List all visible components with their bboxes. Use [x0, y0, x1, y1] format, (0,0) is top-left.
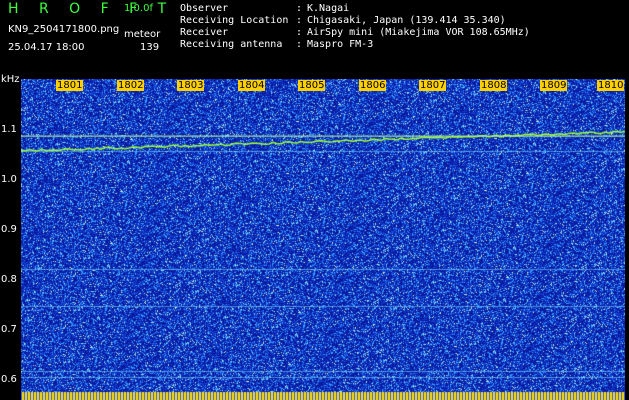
x-tick-label: 1804 — [238, 80, 266, 91]
y-tick-label: 1.0 — [1, 174, 17, 185]
info-label-observer: Observer — [180, 3, 229, 14]
info-colon-antenna: : — [296, 39, 303, 50]
info-label-location: Receiving Location — [180, 15, 289, 26]
x-tick-label: 1802 — [117, 80, 145, 91]
meteor-label: meteor — [124, 29, 161, 40]
info-colon-location: : — [296, 15, 303, 26]
hrofft-window: H R O F F T 1.0.0f KN9_2504171800.png 25… — [0, 0, 629, 400]
file-name: KN9_2504171800.png — [8, 24, 120, 35]
y-tick-label: 0.7 — [1, 324, 17, 335]
x-tick-label: 1806 — [359, 80, 387, 91]
x-tick-label: 1808 — [480, 80, 508, 91]
x-tick-label: 1809 — [540, 80, 568, 91]
info-value-antenna: Maspro FM-3 — [307, 39, 374, 50]
info-colon-observer: : — [296, 3, 303, 14]
y-tick-label: 1.1 — [1, 124, 17, 135]
x-tick-label: 1803 — [177, 80, 205, 91]
info-value-observer: K.Nagai — [307, 3, 350, 14]
y-tick-label: 0.9 — [1, 224, 17, 235]
file-datetime: 25.04.17 18:00 — [8, 42, 85, 53]
y-tick-label: 0.8 — [1, 274, 17, 285]
x-tick-label: 1810 — [597, 80, 625, 91]
y-tick-label: 0.6 — [1, 374, 17, 385]
x-tick-label: 1801 — [56, 80, 84, 91]
info-colon-receiver: : — [296, 27, 303, 38]
app-version: 1.0.0f — [124, 3, 153, 14]
x-tick-label: 1805 — [298, 80, 326, 91]
spectrogram — [21, 79, 625, 400]
info-label-antenna: Receiving antenna — [180, 39, 283, 50]
info-value-receiver: AirSpy mini (Miakejima VOR 108.65MHz) — [307, 27, 530, 38]
x-tick-label: 1807 — [419, 80, 447, 91]
y-axis-unit: kHz — [1, 74, 20, 85]
info-label-receiver: Receiver — [180, 27, 229, 38]
info-value-location: Chigasaki, Japan (139.414 35.340) — [307, 15, 506, 26]
meteor-count: 139 — [140, 42, 160, 53]
